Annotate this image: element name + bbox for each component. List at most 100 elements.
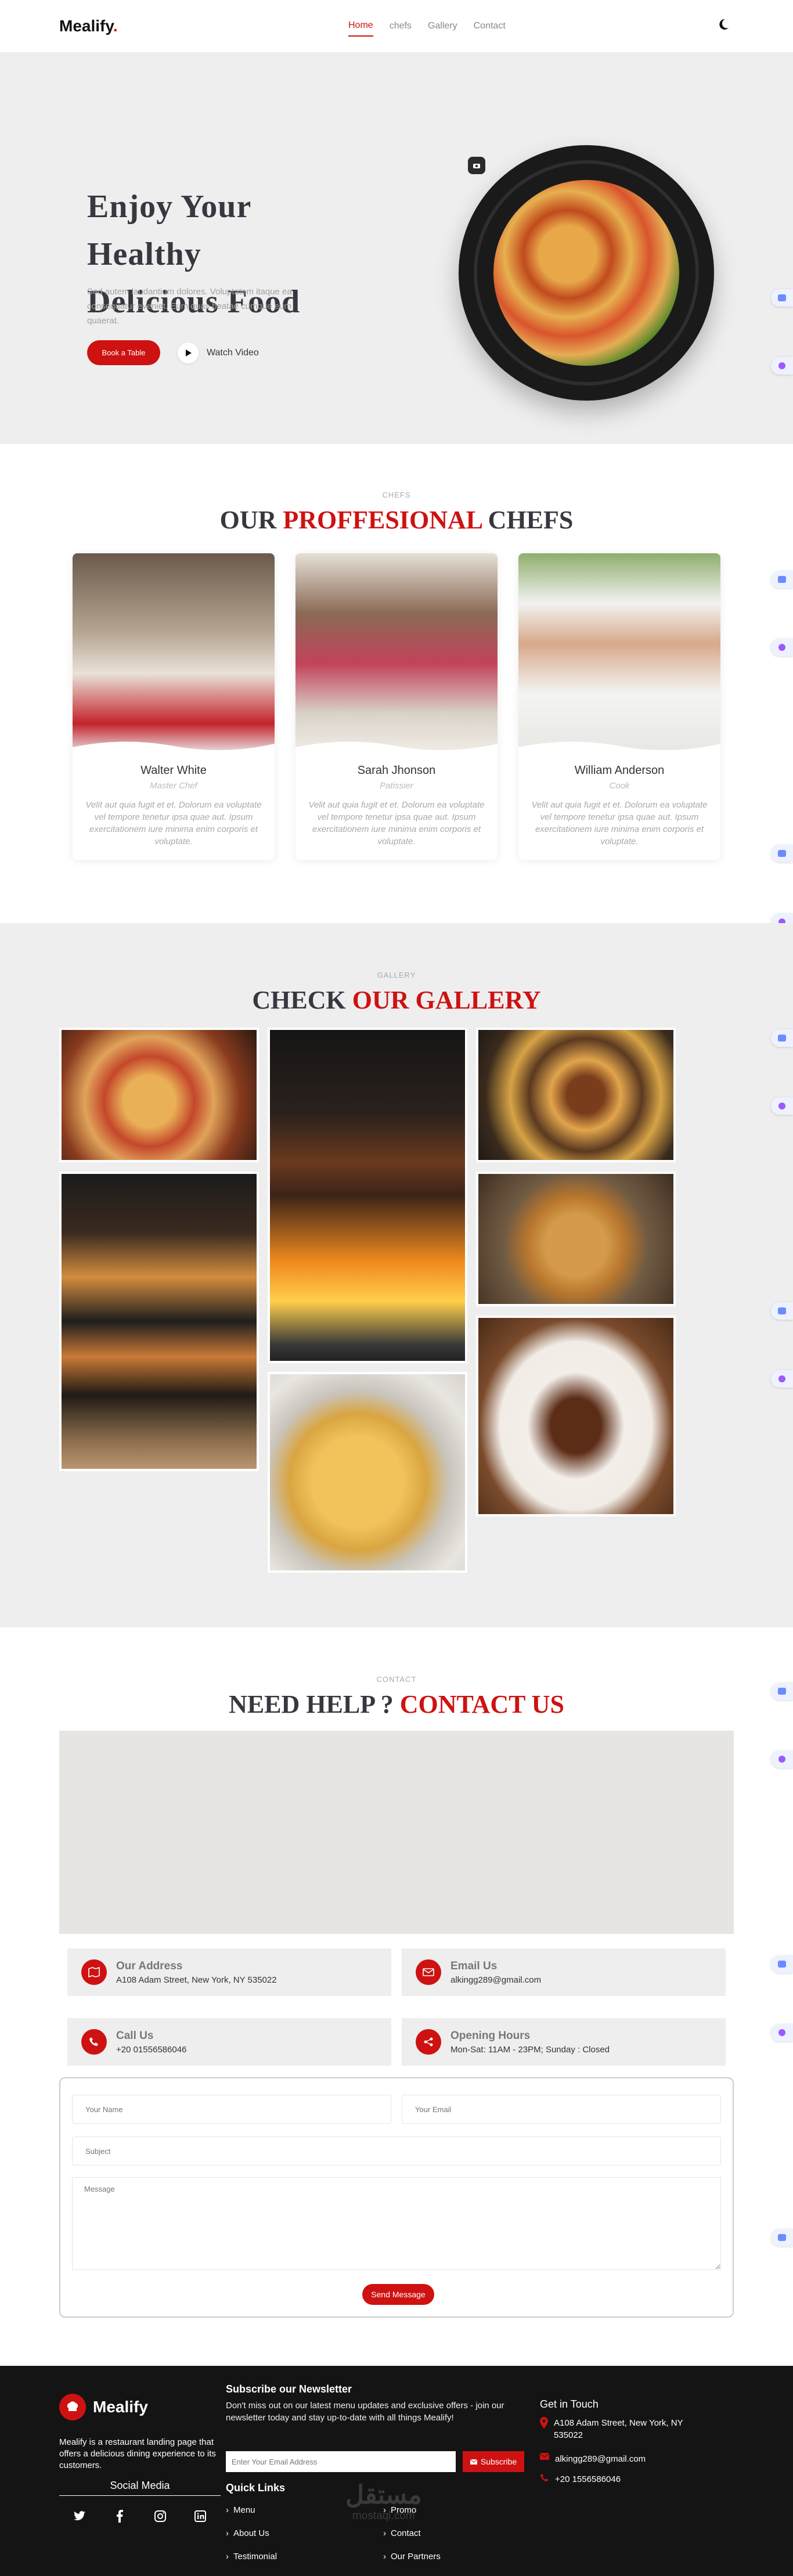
gallery-image-omelette[interactable] <box>268 1372 467 1573</box>
floating-assistant-icon[interactable] <box>771 2024 793 2041</box>
floating-assistant-icon[interactable] <box>771 1097 793 1115</box>
chef-role: Cook <box>609 781 630 791</box>
gallery-image-kebab[interactable] <box>476 1316 676 1516</box>
gallery-subtitle: GALLERY <box>377 971 416 979</box>
gallery-section: GALLERY CHECK OUR GALLERY <box>0 923 793 1627</box>
chef-card: William Anderson Cook Velit aut quia fug… <box>518 553 720 860</box>
gallery-image-grilled-steak[interactable] <box>268 1028 467 1363</box>
floating-translate-icon[interactable] <box>771 1955 793 1973</box>
footer-link-about[interactable]: › About Us <box>226 2528 269 2538</box>
phone-icon <box>81 2029 107 2055</box>
chevron-right-icon: › <box>383 2528 386 2538</box>
chefs-subtitle: CHEFS <box>382 491 411 499</box>
play-icon <box>178 343 199 363</box>
linkedin-icon[interactable] <box>192 2508 208 2524</box>
watch-video-label: Watch Video <box>207 348 259 358</box>
floating-translate-icon[interactable] <box>771 289 793 307</box>
instagram-icon[interactable] <box>152 2508 168 2524</box>
gallery-grid <box>0 1028 793 1608</box>
social-media-title: Social Media <box>110 2480 170 2491</box>
floating-translate-icon[interactable] <box>771 1302 793 1320</box>
contact-section: CONTACT NEED HELP ? CONTACT US Our Addre… <box>0 1627 793 2366</box>
newsletter-title: Subscribe our Newsletter <box>226 2383 352 2395</box>
email-input[interactable] <box>402 2095 721 2124</box>
book-table-button[interactable]: Book a Table <box>87 340 160 365</box>
nav-gallery-link[interactable]: Gallery <box>428 16 457 36</box>
footer-link-testimonial[interactable]: › Testimonial <box>226 2552 277 2561</box>
contact-title: NEED HELP ? CONTACT US <box>229 1690 564 1718</box>
footer-address: A108 Adam Street, New York, NY 535022 <box>540 2417 714 2441</box>
watch-video-button[interactable]: Watch Video <box>178 343 259 363</box>
floating-assistant-icon[interactable] <box>771 1370 793 1388</box>
gallery-image-fried-chicken[interactable] <box>476 1172 676 1306</box>
dark-mode-moon-icon[interactable] <box>716 17 730 31</box>
hero-food-plate-image <box>459 145 714 401</box>
chevron-right-icon: › <box>226 2528 229 2538</box>
contact-subtitle: CONTACT <box>376 1675 417 1684</box>
floating-assistant-icon[interactable] <box>771 1750 793 1768</box>
chef-role: Master Chef <box>150 781 197 791</box>
envelope-icon <box>470 2459 477 2465</box>
floating-translate-icon[interactable] <box>771 2229 793 2246</box>
hours-card: Opening Hours Mon-Sat: 11AM - 23PM; Sunda… <box>402 2018 726 2066</box>
chef-photo <box>518 553 720 754</box>
newsletter-email-input[interactable] <box>226 2451 456 2472</box>
top-navbar: Mealify. Home chefs Gallery Contact <box>0 0 793 52</box>
footer-divider <box>59 2495 221 2496</box>
name-input[interactable] <box>72 2095 391 2124</box>
gallery-image-pizza-slices[interactable] <box>59 1172 259 1471</box>
social-links <box>59 2508 221 2524</box>
nav-home-link[interactable]: Home <box>348 16 373 37</box>
quick-links-title: Quick Links <box>226 2482 286 2494</box>
footer-email: alkingg289@gmail.com <box>540 2453 714 2465</box>
envelope-icon <box>540 2453 549 2460</box>
gallery-image-burger[interactable] <box>476 1028 676 1162</box>
site-logo[interactable]: Mealify. <box>59 17 118 35</box>
chef-description: Velit aut quia fugit et et. Dolorum ea v… <box>531 800 708 846</box>
chef-name: Sarah Jhonson <box>357 764 436 777</box>
floating-assistant-icon[interactable] <box>771 357 793 374</box>
address-card: Our Address A108 Adam Street, New York, N… <box>67 1948 391 1996</box>
footer-phone: +20 1556586046 <box>540 2473 714 2485</box>
floating-assistant-icon[interactable] <box>771 639 793 656</box>
footer-link-menu[interactable]: › Menu <box>226 2505 255 2515</box>
send-message-button[interactable]: Send Message <box>362 2284 434 2305</box>
chef-cards: Walter White Master Chef Velit aut quia … <box>0 553 793 860</box>
footer-about: Mealify is a restaurant landing page tha… <box>59 2437 216 2470</box>
email-card: Email Us alkingg289@gmail.com <box>402 1948 726 1996</box>
map-icon <box>81 1959 107 1985</box>
nav-contact-link[interactable]: Contact <box>474 16 506 36</box>
chevron-right-icon: › <box>226 2552 229 2561</box>
footer-logo[interactable]: Mealify <box>59 2394 148 2420</box>
footer-link-partners[interactable]: › Our Partners <box>383 2552 441 2561</box>
main-menu: Home chefs Gallery Contact <box>348 0 506 52</box>
gallery-image-pizza[interactable] <box>59 1028 259 1162</box>
chef-card: Sarah Jhonson Patissier Velit aut quia f… <box>295 553 498 860</box>
subject-input[interactable] <box>72 2137 721 2166</box>
phone-card: Call Us +20 01556586046 <box>67 2018 391 2066</box>
floating-translate-icon[interactable] <box>771 1682 793 1700</box>
subscribe-button[interactable]: Subscribe <box>463 2451 524 2472</box>
facebook-icon[interactable] <box>111 2508 128 2524</box>
floating-translate-icon[interactable] <box>771 1029 793 1047</box>
get-in-touch-title: Get in Touch <box>540 2398 599 2410</box>
chef-card: Walter White Master Chef Velit aut quia … <box>73 553 275 860</box>
chef-role: Patissier <box>380 781 413 791</box>
chef-description: Velit aut quia fugit et et. Dolorum ea v… <box>85 800 262 846</box>
hero-description: Sed autem laudantium dolores. Voluptatem… <box>87 287 292 326</box>
floating-translate-icon[interactable] <box>771 571 793 588</box>
chef-hat-icon <box>59 2394 86 2420</box>
phone-icon <box>540 2473 549 2482</box>
twitter-icon[interactable] <box>71 2508 88 2524</box>
floating-translate-icon[interactable] <box>771 845 793 862</box>
camera-icon[interactable] <box>468 157 485 174</box>
contact-form: Send Message <box>59 2077 734 2318</box>
message-textarea[interactable] <box>72 2177 721 2270</box>
chefs-section: CHEFS OUR PROFFESIONAL CHEFS Walter Whit… <box>0 444 793 931</box>
site-footer: Mealify Mealify is a restaurant landing … <box>0 2366 793 2576</box>
chevron-right-icon: › <box>226 2505 229 2515</box>
nav-chefs-link[interactable]: chefs <box>390 16 412 36</box>
chef-name: Walter White <box>140 764 207 777</box>
footer-link-contact[interactable]: › Contact <box>383 2528 421 2538</box>
location-map[interactable] <box>59 1731 734 1934</box>
